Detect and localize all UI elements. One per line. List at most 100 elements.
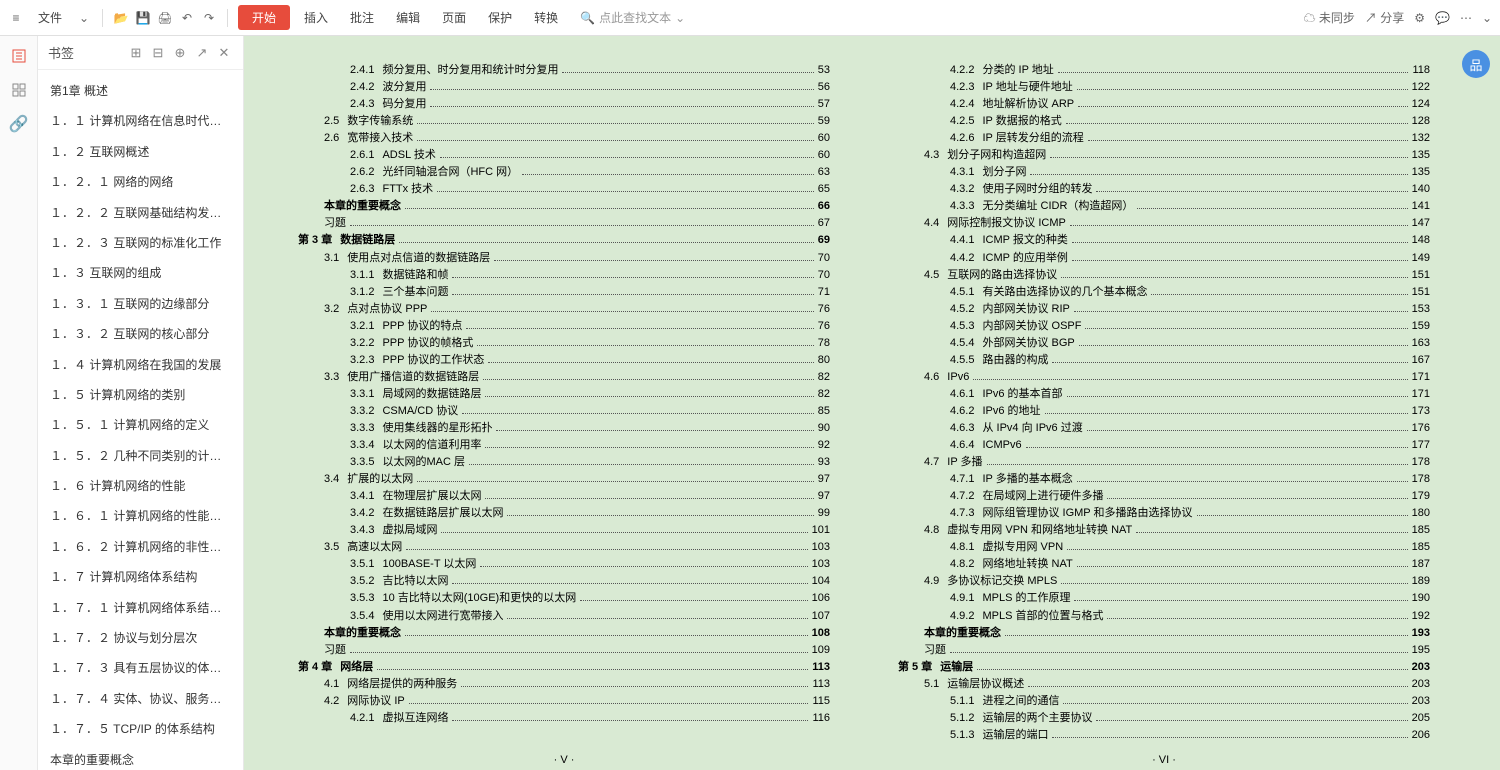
toc-number: 4.2.6 [950,130,974,147]
toc-leader [1052,362,1407,363]
toc-leader [1074,311,1408,312]
toc-page: 76 [818,318,830,335]
toc-text: 多协议标记交换 MPLS [947,573,1057,590]
print-icon[interactable]: 🖨 [157,10,173,26]
tab-insert[interactable]: 插入 [296,5,336,30]
toc-number: 3.4.1 [350,488,374,505]
tab-convert[interactable]: 转换 [526,5,566,30]
toc-row: 4.2.6IP 层转发分组的流程132 [898,130,1430,147]
toc-leader [1050,157,1407,158]
tab-start[interactable]: 开始 [238,5,290,30]
toc-text: 划分子网和构造超网 [947,147,1046,164]
toc-leader [1077,566,1408,567]
toc-leader [1063,703,1407,704]
toc-number: 2.6.1 [350,147,374,164]
bookmark-item[interactable]: １．７．５ TCP/IP 的体系结构 [38,714,243,744]
bookmark-item[interactable]: １．１ 计算机网络在信息时代中的作用 [38,106,243,136]
bookmark-expand-icon[interactable]: ⊞ [127,44,145,62]
bookmark-item[interactable]: １．３．１ 互联网的边缘部分 [38,289,243,319]
bookmarks-icon[interactable] [9,46,29,66]
chat-icon[interactable]: 💬 [1435,11,1450,25]
bookmark-item[interactable]: １．２．３ 互联网的标准化工作 [38,228,243,258]
bookmark-item[interactable]: 第1章 概述 [38,76,243,106]
menu-icon[interactable]: ≡ [8,10,24,26]
bookmark-item[interactable]: １．５．２ 几种不同类别的计算机网络 [38,441,243,471]
toc-number: 3.5.2 [350,573,374,590]
thumbnails-icon[interactable] [9,80,29,100]
toc-text: 以太网的MAC 层 [382,454,465,471]
bookmark-item[interactable]: １．２．１ 网络的网络 [38,167,243,197]
bookmark-item[interactable]: １．４ 计算机网络在我国的发展 [38,350,243,380]
toc-page: 70 [818,267,830,284]
bookmarks-list[interactable]: 第1章 概述１．１ 计算机网络在信息时代中的作用１．２ 互联网概述１．２．１ 网… [38,70,243,770]
bookmark-item[interactable]: １．７．４ 实体、协议、服务和服务访问点 [38,684,243,714]
toc-number: 4.4.2 [950,250,974,267]
bookmarks-panel: 书签 ⊞ ⊟ ⊕ ↗ ✕ 第1章 概述１．１ 计算机网络在信息时代中的作用１．２… [38,36,244,770]
toc-row: 4.2网际协议 IP115 [298,693,830,710]
more-icon[interactable]: ⋯ [1460,11,1472,25]
search-box[interactable]: 🔍 点此查找文本 ⌄ [580,9,685,26]
bookmark-item[interactable]: １．７．２ 协议与划分层次 [38,623,243,653]
toc-page: 147 [1412,215,1430,232]
toc-leader [1072,242,1408,243]
redo-icon[interactable]: ↷ [201,10,217,26]
toc-text: 使用集线器的星形拓扑 [382,420,492,437]
toc-page: 193 [1412,625,1430,642]
toc-page: 60 [818,147,830,164]
tab-annotate[interactable]: 批注 [342,5,382,30]
bookmark-item[interactable]: １．２．２ 互联网基础结构发展的三个… [38,198,243,228]
toc-number: 4.5.5 [950,352,974,369]
toc-leader [469,464,814,465]
tab-protect[interactable]: 保护 [480,5,520,30]
toc-text: 吉比特以太网 [382,573,448,590]
bookmark-item[interactable]: １．３ 互联网的组成 [38,258,243,288]
bookmark-close-icon[interactable]: ✕ [215,44,233,62]
undo-icon[interactable]: ↶ [179,10,195,26]
toc-page: 171 [1412,369,1430,386]
bookmark-add-icon[interactable]: ⊕ [171,44,189,62]
bookmark-item[interactable]: 本章的重要概念 [38,745,243,770]
save-icon[interactable]: 💾 [135,10,151,26]
toc-number: 4.7 [924,454,939,471]
tab-edit[interactable]: 编辑 [388,5,428,30]
toc-leader [417,123,813,124]
toc-number: 3.4 [324,471,339,488]
toc-number: 4.5 [924,267,939,284]
bookmark-item[interactable]: １．６．１ 计算机网络的性能指标 [38,501,243,531]
collapse-icon[interactable]: ⌄ [1482,11,1492,25]
share-button[interactable]: ↗ 分享 [1365,9,1404,26]
toc-leader [350,225,814,226]
assistant-badge[interactable]: 品 [1462,50,1490,78]
toc-row: 本章的重要概念108 [298,625,830,642]
bookmark-item[interactable]: １．７．３ 具有五层协议的体系结构 [38,653,243,683]
bookmark-item[interactable]: １．５ 计算机网络的类别 [38,380,243,410]
bookmark-item[interactable]: １．３．２ 互联网的核心部分 [38,319,243,349]
bookmark-item[interactable]: １．７ 计算机网络体系结构 [38,562,243,592]
bookmark-item[interactable]: １．６．２ 计算机网络的非性能特征 [38,532,243,562]
bookmark-item[interactable]: １．２ 互联网概述 [38,137,243,167]
toc-row: 习题67 [298,215,830,232]
bookmark-item[interactable]: １．７．１ 计算机网络体系结构的形成 [38,593,243,623]
toc-row: 4.2.2分类的 IP 地址118 [898,62,1430,79]
sync-status[interactable]: ☁ 未同步 [1304,9,1355,26]
tab-page[interactable]: 页面 [434,5,474,30]
document-viewport[interactable]: 2.4.1频分复用、时分复用和统计时分复用532.4.2波分复用562.4.3码… [244,36,1500,770]
toc-row: 第 4 章网络层113 [298,659,830,676]
toc-text: 使用广播信道的数据链路层 [347,369,479,386]
bookmark-item[interactable]: １．６ 计算机网络的性能 [38,471,243,501]
toc-number: 2.5 [324,113,339,130]
toc-leader [483,379,813,380]
attachment-icon[interactable]: 🔗 [9,114,29,134]
file-menu[interactable]: 文件 [30,5,70,30]
toc-number: 4.3.3 [950,198,974,215]
bookmark-goto-icon[interactable]: ↗ [193,44,211,62]
toc-text: 局域网的数据链路层 [382,386,481,403]
bookmark-collapse-icon[interactable]: ⊟ [149,44,167,62]
chevron-down-icon[interactable]: ⌄ [76,10,92,26]
gear-icon[interactable]: ⚙ [1414,11,1425,25]
toc-number: 4.2.4 [950,96,974,113]
open-icon[interactable]: 📂 [113,10,129,26]
toc-text: 互联网的路由选择协议 [947,267,1057,284]
bookmark-item[interactable]: １．５．１ 计算机网络的定义 [38,410,243,440]
toc-number: 4.4 [924,215,939,232]
